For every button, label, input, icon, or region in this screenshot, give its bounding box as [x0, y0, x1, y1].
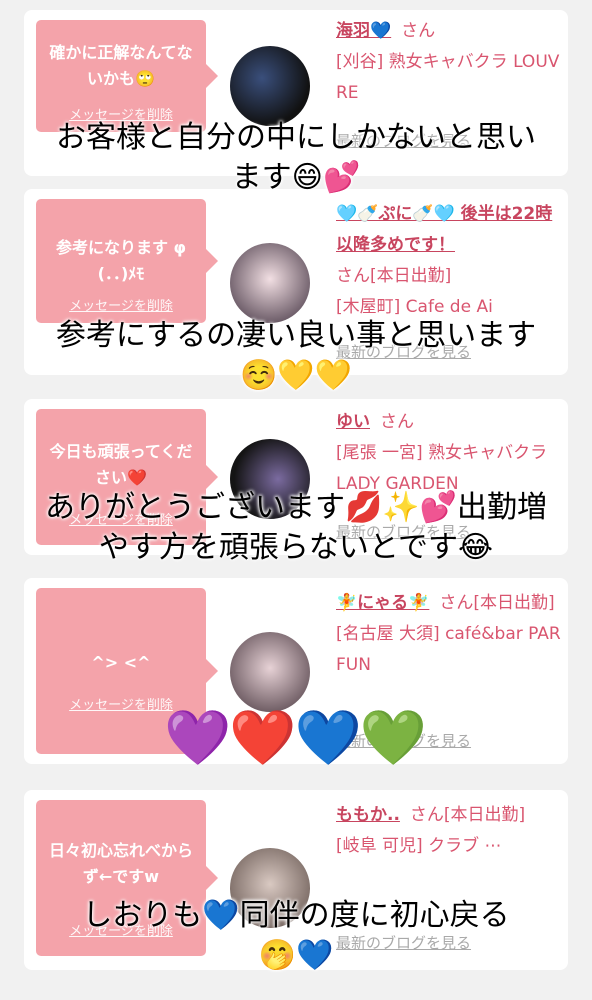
caption-line: ます😄💕 [231, 160, 361, 195]
cast-suffix: さん[本日出勤] [336, 266, 452, 286]
message-bubble: 確かに正解なんてないかも🙄 メッセージを削除 [36, 20, 218, 132]
message-text: 確かに正解なんてないかも🙄 [49, 43, 193, 88]
cast-info: ももか.. さん[本日出勤] [岐阜 可児] クラブ ⋯ [336, 800, 562, 862]
message-text: 今日も頑張ってください❤️ [49, 442, 193, 487]
profile-avatar[interactable] [230, 46, 310, 126]
overlay-caption-3: ありがとうございます💋✨💕出勤増 やす方を頑張らないとです😂 [0, 488, 592, 568]
shop-link[interactable]: [名古屋 大須] café&bar PARFUN [336, 619, 562, 681]
message-bubble: 参考になります φ(．．)ﾒﾓ メッセージを削除 [36, 199, 218, 323]
cast-suffix: さん [380, 412, 414, 432]
caption-line: ☺️💛💛 [239, 358, 353, 393]
cast-name-link[interactable]: 🩵🍼ぷに🍼🩵 後半は22時以降多めです！ [336, 204, 552, 255]
cast-name-link[interactable]: 海羽💙 [336, 21, 391, 41]
cast-name-link[interactable]: ももか.. [336, 805, 400, 825]
cast-info: 🧚にゃる🧚 さん[本日出勤] [名古屋 大須] café&bar PARFUN [336, 588, 562, 681]
caption-line: 🤭💙 [258, 938, 334, 973]
caption-line: 参考にするの凄い良い事と思います [55, 318, 537, 353]
overlay-caption-5: しおりも💙同伴の度に初心戻る 🤭💙 [0, 896, 592, 976]
profile-avatar[interactable] [230, 632, 310, 712]
caption-line: お客様と自分の中にしかないと思い [56, 120, 536, 155]
message-text: 参考になります φ(．．)ﾒﾓ [55, 238, 187, 283]
shop-link[interactable]: [刈谷] 熟女キャバクラ LOUVRE [336, 47, 562, 109]
delete-message-link[interactable]: メッセージを削除 [36, 295, 206, 314]
cast-info: ゆい さん [尾張 一宮] 熟女キャバクラ LADY GARDEN [336, 407, 562, 500]
shop-link[interactable]: [岐阜 可児] クラブ ⋯ [336, 831, 562, 862]
hearts-emoji-row: 💜❤️💙💚 [164, 706, 427, 769]
cast-name-link[interactable]: 🧚にゃる🧚 [336, 593, 429, 613]
profile-avatar[interactable] [230, 243, 310, 323]
cast-suffix: さん[本日出勤] [439, 593, 555, 613]
cast-suffix: さん [401, 21, 436, 41]
overlay-caption-2: 参考にするの凄い良い事と思います ☺️💛💛 [0, 316, 592, 396]
cast-info: 🩵🍼ぷに🍼🩵 後半は22時以降多めです！ さん[本日出勤] [木屋町] Cafe… [336, 199, 562, 323]
cast-name-link[interactable]: ゆい [336, 412, 370, 432]
cast-info: 海羽💙 さん [刈谷] 熟女キャバクラ LOUVRE [336, 16, 562, 109]
caption-line: やす方を頑張らないとです😂 [98, 530, 494, 565]
message-text: 日々初心忘れべからず←ですw [48, 841, 193, 886]
cast-suffix: さん[本日出勤] [409, 805, 526, 825]
message-text: ^> <^ [91, 653, 151, 672]
overlay-caption-1: お客様と自分の中にしかないと思い ます😄💕 [0, 118, 592, 198]
caption-line: しおりも💙同伴の度に初心戻る [82, 898, 510, 933]
caption-line: ありがとうございます💋✨💕出勤増 [44, 490, 548, 525]
